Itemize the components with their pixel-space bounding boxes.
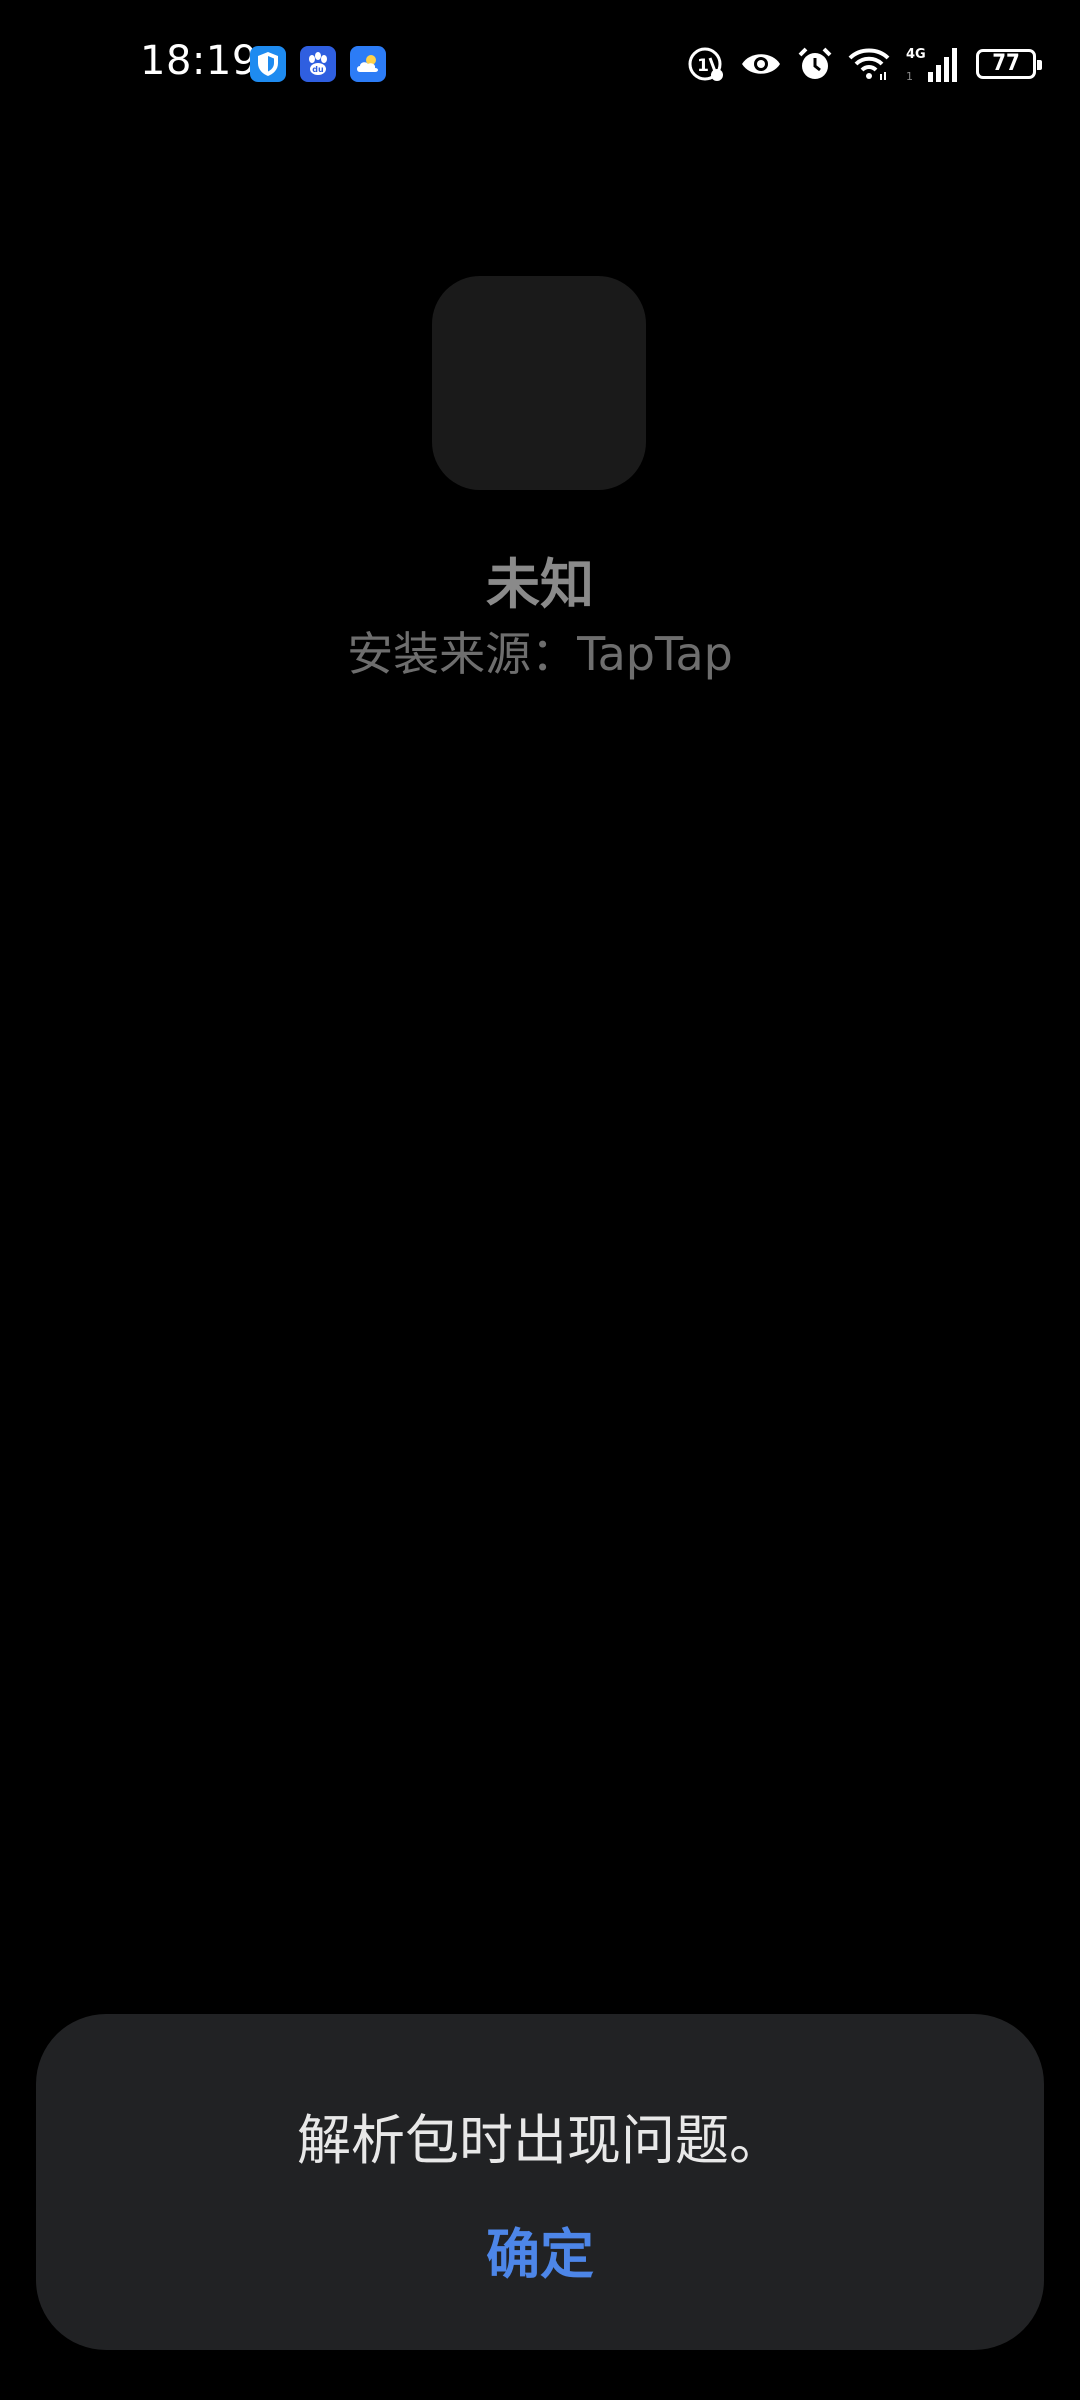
package-installer-screen: 18:19 du 1 4G 1 77 未知 安装来源：TapTap 解析包时出现… <box>0 0 1080 2400</box>
app-icon-placeholder <box>432 276 646 490</box>
status-time: 18:19 <box>140 38 258 84</box>
battery-icon: 77 <box>976 49 1042 79</box>
data-saver-icon: 1 <box>686 44 726 84</box>
dialog-message: 解析包时出现问题。 <box>297 2109 783 2172</box>
eye-comfort-icon <box>740 48 782 80</box>
network-type-label: 4G <box>906 47 926 62</box>
confirm-button[interactable]: 确定 <box>440 2210 640 2300</box>
error-dialog: 解析包时出现问题。 确定 <box>36 2014 1044 2350</box>
shield-app-icon <box>250 46 286 82</box>
svg-text:du: du <box>312 65 324 74</box>
baidu-app-icon: du <box>300 46 336 82</box>
notification-icons: du <box>250 46 386 82</box>
battery-level: 77 <box>992 51 1020 76</box>
install-source: 安装来源：TapTap <box>347 627 733 681</box>
alarm-icon <box>796 45 834 83</box>
system-status-icons: 1 4G 1 77 <box>686 44 1042 84</box>
weather-app-icon <box>350 46 386 82</box>
app-name: 未知 <box>486 553 594 616</box>
svg-text:1: 1 <box>906 70 913 83</box>
wifi-icon <box>848 46 890 82</box>
status-bar: 18:19 du 1 4G 1 77 <box>0 0 1080 130</box>
mobile-signal-4g-icon: 4G 1 <box>904 44 962 84</box>
svg-text:1: 1 <box>697 56 709 76</box>
